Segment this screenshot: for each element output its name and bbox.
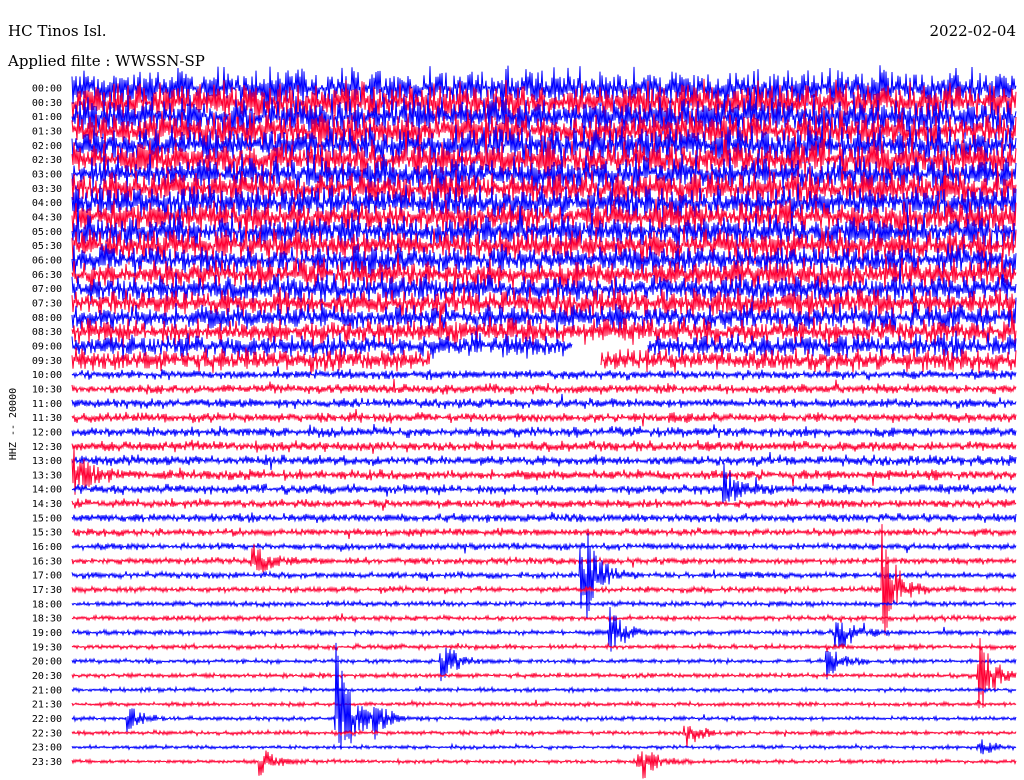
time-tick-label: 12:30 xyxy=(32,442,62,453)
time-tick-label: 06:30 xyxy=(32,270,62,281)
time-tick-label: 15:00 xyxy=(32,513,62,524)
date-label: 2022-02-04 xyxy=(930,22,1016,40)
time-tick-label: 10:00 xyxy=(32,370,62,381)
time-tick-label: 10:30 xyxy=(32,384,62,395)
time-tick-label: 02:30 xyxy=(32,155,62,166)
time-tick-label: 04:00 xyxy=(32,198,62,209)
time-tick-label: 01:00 xyxy=(32,112,62,123)
time-tick-label: 21:00 xyxy=(32,685,62,696)
helicorder-chart: 00:00 00:30 01:00 01:30 02:00 02:30 03:00 03:30… xyxy=(0,0,1024,780)
time-tick-label: 17:30 xyxy=(32,585,62,596)
time-tick-label: 16:30 xyxy=(32,556,62,567)
time-tick-label: 19:30 xyxy=(32,642,62,653)
time-tick-label: 11:00 xyxy=(32,399,62,410)
time-tick-label: 20:30 xyxy=(32,671,62,682)
time-tick-label: 07:30 xyxy=(32,298,62,309)
time-tick-label: 02:00 xyxy=(32,141,62,152)
time-tick-label: 00:00 xyxy=(32,84,62,95)
time-tick-label: 04:30 xyxy=(32,213,62,224)
time-tick-label: 18:00 xyxy=(32,599,62,610)
time-tick-label: 22:30 xyxy=(32,728,62,739)
time-tick-label: 00:30 xyxy=(32,98,62,109)
time-tick-label: 14:30 xyxy=(32,499,62,510)
time-tick-label: 13:00 xyxy=(32,456,62,467)
time-tick-label: 08:00 xyxy=(32,313,62,324)
time-tick-label: 16:00 xyxy=(32,542,62,553)
time-tick-label: 20:00 xyxy=(32,657,62,668)
time-tick-label: 21:30 xyxy=(32,700,62,711)
time-tick-label: 05:00 xyxy=(32,227,62,238)
time-tick-label: 11:30 xyxy=(32,413,62,424)
time-tick-label: 05:30 xyxy=(32,241,62,252)
time-tick-label: 13:30 xyxy=(32,470,62,481)
time-tick-label: 14:00 xyxy=(32,485,62,496)
time-tick-label: 23:30 xyxy=(32,757,62,768)
channel-axis-label: HHZ -- 20000 xyxy=(8,388,19,460)
time-tick-label: 15:30 xyxy=(32,528,62,539)
time-tick-label: 23:00 xyxy=(32,743,62,754)
time-tick-label: 09:00 xyxy=(32,341,62,352)
time-tick-label: 07:00 xyxy=(32,284,62,295)
time-tick-label: 03:30 xyxy=(32,184,62,195)
time-tick-label: 18:30 xyxy=(32,614,62,625)
time-tick-label: 19:00 xyxy=(32,628,62,639)
time-tick-label: 06:00 xyxy=(32,256,62,267)
time-tick-label: 03:00 xyxy=(32,170,62,181)
time-tick-label: 12:00 xyxy=(32,427,62,438)
time-tick-label: 08:30 xyxy=(32,327,62,338)
filter-label: Applied filte : WWSSN-SP xyxy=(7,52,205,70)
time-tick-label: 17:00 xyxy=(32,571,62,582)
time-tick-label: 22:00 xyxy=(32,714,62,725)
station-title: HC Tinos Isl. xyxy=(8,22,106,40)
time-tick-label: 01:30 xyxy=(32,127,62,138)
time-tick-label: 09:30 xyxy=(32,356,62,367)
